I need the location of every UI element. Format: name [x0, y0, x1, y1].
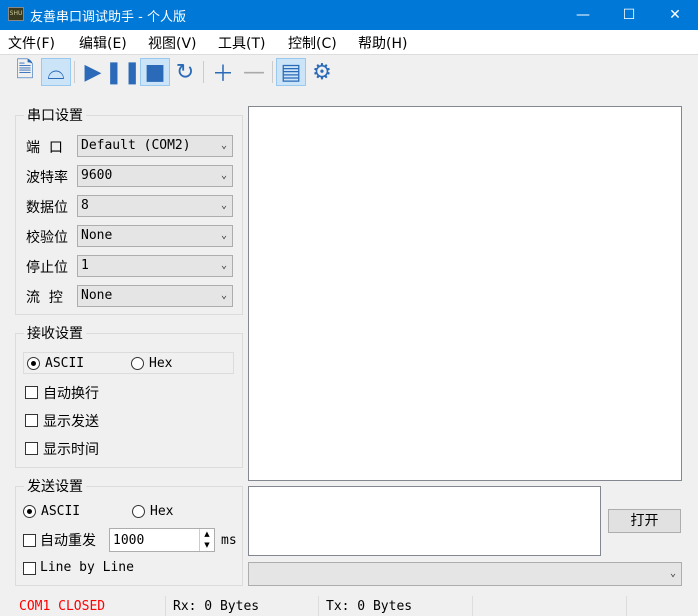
menu-file[interactable]: 文件(F) [8, 33, 55, 53]
send-ascii-radio[interactable] [23, 505, 36, 518]
serial-field-value: None [81, 288, 113, 303]
serial-field-combo[interactable]: 8 ⌄ [77, 195, 233, 217]
status-divider [472, 596, 473, 616]
new-document-icon[interactable]: 🗎 [10, 58, 40, 86]
serial-field-combo[interactable]: 1 ⌄ [77, 255, 233, 277]
interval-unit: ms [221, 533, 237, 548]
chevron-down-icon: ⌄ [220, 230, 227, 241]
show-time-label: 显示时间 [43, 442, 99, 458]
window-title: 友善串口调试助手 - 个人版 [30, 10, 186, 25]
title-bar: SHU 友善串口调试助手 - 个人版 — ☐ ✕ [0, 0, 698, 30]
chevron-down-icon: ⌄ [220, 260, 227, 271]
receive-ascii-label: ASCII [45, 356, 85, 371]
send-settings-title: 发送设置 [24, 476, 86, 496]
receive-ascii-radio[interactable] [27, 357, 40, 370]
send-ascii-label: ASCII [41, 504, 81, 519]
send-hex-radio[interactable] [132, 505, 145, 518]
line-by-line-label: Line by Line [40, 560, 134, 575]
show-send-checkbox[interactable] [25, 414, 38, 427]
chevron-down-icon: ⌄ [220, 200, 227, 211]
serial-field-combo[interactable]: 9600 ⌄ [77, 165, 233, 187]
auto-resend-label: 自动重发 [40, 533, 96, 549]
play-icon[interactable]: ▶ [78, 58, 108, 86]
serial-field-label: 波特率 [26, 170, 68, 186]
close-button[interactable]: ✕ [652, 0, 698, 30]
chevron-down-icon: ⌄ [220, 170, 227, 181]
menu-view[interactable]: 视图(V) [148, 33, 197, 53]
pause-icon[interactable]: ❚❚ [105, 58, 142, 86]
maximize-button[interactable]: ☐ [606, 0, 652, 30]
receive-hex-radio[interactable] [131, 357, 144, 370]
status-divider [165, 596, 166, 616]
menu-help[interactable]: 帮助(H) [358, 33, 407, 53]
rx-count: Rx: 0 Bytes [173, 599, 260, 614]
receive-hex-label: Hex [149, 356, 173, 371]
serial-field-label: 校验位 [26, 230, 68, 246]
menu-bar: 文件(F) 编辑(E) 视图(V) 工具(T) 控制(C) 帮助(H) [0, 30, 698, 54]
tx-count: Tx: 0 Bytes [326, 599, 413, 614]
auto-wrap-checkbox[interactable] [25, 386, 38, 399]
status-divider [626, 596, 627, 616]
show-time-checkbox[interactable] [25, 442, 38, 455]
send-hex-label: Hex [150, 504, 174, 519]
toolbar: 🗎 ⌓ ▶ ❚❚ ■ ↻ ＋ — ▤ ⚙ [0, 54, 698, 88]
serial-field-label: 数据位 [26, 200, 68, 216]
refresh-icon[interactable]: ↻ [170, 58, 200, 86]
toolbar-separator [74, 61, 75, 83]
serial-field-combo[interactable]: None ⌄ [77, 225, 233, 247]
menu-tools[interactable]: 工具(T) [218, 33, 265, 53]
serial-field-value: 8 [81, 198, 89, 213]
receive-text-area[interactable] [248, 106, 682, 481]
minimize-button[interactable]: — [560, 0, 606, 30]
auto-wrap-label: 自动换行 [43, 386, 99, 402]
auto-resend-checkbox[interactable] [23, 534, 36, 547]
open-port-button[interactable]: 打开 [608, 509, 681, 533]
status-divider [318, 596, 319, 616]
status-bar: COM1 CLOSED Rx: 0 Bytes Tx: 0 Bytes [0, 596, 698, 616]
serial-field-value: 9600 [81, 168, 113, 183]
record-icon[interactable]: ⌓ [41, 58, 71, 86]
stop-icon[interactable]: ■ [140, 58, 170, 86]
remove-icon[interactable]: — [239, 58, 269, 86]
serial-field-combo[interactable]: Default (COM2) ⌄ [77, 135, 233, 157]
send-history-combo[interactable]: ⌄ [248, 562, 682, 586]
show-send-label: 显示发送 [43, 414, 99, 430]
serial-field-value: Default (COM2) [81, 138, 191, 153]
serial-field-label: 流 控 [26, 290, 63, 306]
serial-field-label: 端 口 [26, 140, 63, 156]
settings-gear-icon[interactable]: ⚙ [307, 58, 337, 86]
app-logo: SHU [8, 7, 24, 21]
interval-spinner[interactable]: ▲ ▼ [199, 529, 214, 551]
add-icon[interactable]: ＋ [208, 58, 238, 87]
window-icon[interactable]: ▤ [276, 58, 306, 86]
serial-field-value: 1 [81, 258, 89, 273]
serial-field-label: 停止位 [26, 260, 68, 276]
chevron-down-icon: ⌄ [220, 140, 227, 151]
toolbar-separator [272, 61, 273, 83]
serial-settings-title: 串口设置 [24, 105, 86, 125]
send-text-area[interactable] [248, 486, 601, 556]
port-status: COM1 CLOSED [19, 599, 106, 614]
serial-field-value: None [81, 228, 113, 243]
menu-edit[interactable]: 编辑(E) [79, 33, 127, 53]
line-by-line-checkbox[interactable] [23, 562, 36, 575]
chevron-down-icon: ⌄ [220, 290, 227, 301]
serial-field-combo[interactable]: None ⌄ [77, 285, 233, 307]
receive-settings-title: 接收设置 [24, 323, 86, 343]
menu-control[interactable]: 控制(C) [288, 33, 337, 53]
toolbar-separator [203, 61, 204, 83]
